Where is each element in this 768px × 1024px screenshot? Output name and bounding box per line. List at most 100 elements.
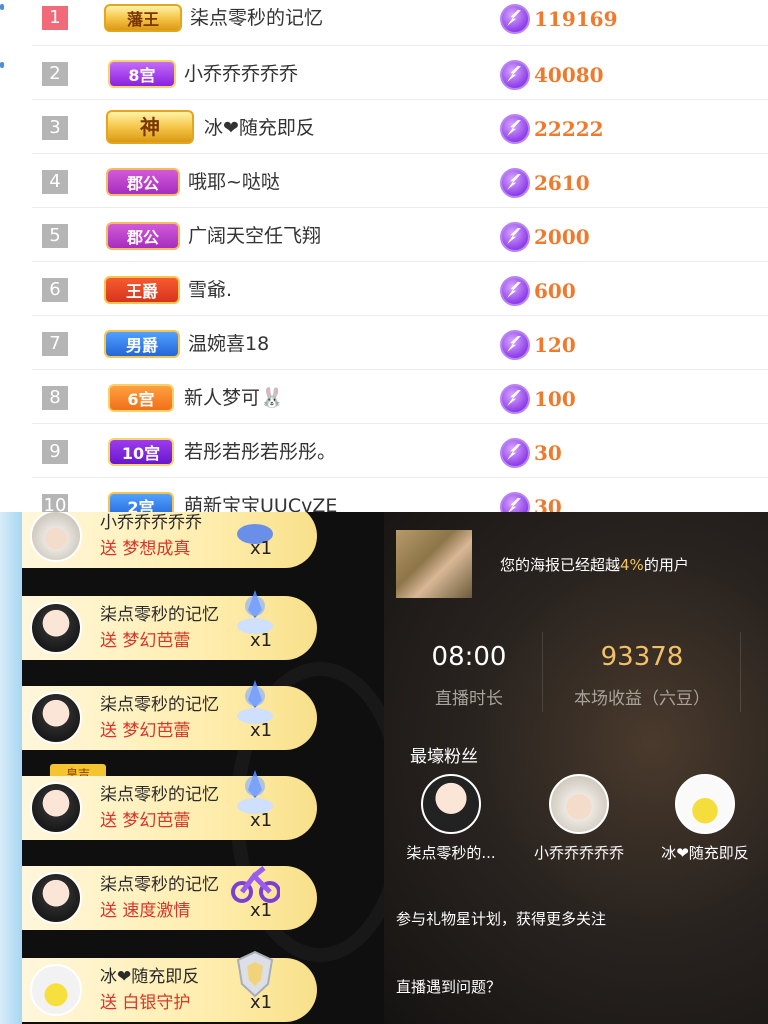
gift-count: x1 — [250, 630, 273, 651]
lightning-coin-icon — [500, 276, 530, 306]
lightning-coin-icon — [500, 114, 530, 144]
duration-label: 直播时长 — [435, 689, 503, 709]
poster-percent: 4% — [620, 556, 644, 574]
user-name[interactable]: 萌新宝宝UUCvZE — [184, 492, 337, 512]
gift-message[interactable]: 小乔乔乔乔乔 送 梦想成真 x1 — [22, 512, 317, 568]
gift-count: x1 — [250, 900, 273, 921]
god-badge: 神 — [106, 110, 194, 144]
ranking-row[interactable]: 3 神 冰❤随充即反 22222 — [32, 100, 768, 154]
rank-number: 4 — [42, 170, 68, 194]
duke-badge: 郡公 — [106, 168, 180, 196]
top-fan[interactable]: 冰❤随充即反 — [650, 774, 760, 863]
gift-sender-name: 柒点零秒的记忆 — [100, 875, 219, 895]
ranking-row[interactable]: 8 6宫 新人梦可🐰 100 — [32, 370, 768, 424]
avatar[interactable] — [30, 512, 82, 562]
top-fan[interactable]: 柒点零秒的... — [396, 774, 506, 863]
ranking-row[interactable]: 5 郡公 广阔天空任飞翔 2000 — [32, 208, 768, 262]
lightning-coin-icon — [500, 492, 530, 512]
rank-number: 2 — [42, 62, 68, 86]
rank-number: 10 — [42, 494, 68, 512]
ranking-row[interactable]: 2 8宫 小乔乔乔乔乔 40080 — [32, 46, 768, 100]
fan-name: 冰❤随充即反 — [661, 844, 749, 862]
gift-message[interactable]: 柒点零秒的记忆 送 梦幻芭蕾 x1 — [22, 770, 317, 840]
gift-message[interactable]: 柒点零秒的记忆 送 梦幻芭蕾 x1 — [22, 590, 317, 660]
gift-action-text: 送 白银守护 — [100, 993, 191, 1013]
gift-message-feed[interactable]: 小乔乔乔乔乔 送 梦想成真 x1 柒点零秒的记忆 送 梦幻芭蕾 x1 柒点零秒的… — [0, 512, 384, 1024]
user-name[interactable]: 广阔天空任飞翔 — [188, 222, 321, 250]
gift-sender-name: 小乔乔乔乔乔 — [100, 513, 202, 533]
user-name[interactable]: 温婉喜18 — [188, 330, 269, 358]
palace-badge: 8宫 — [108, 60, 176, 88]
baron-badge: 男爵 — [104, 330, 180, 358]
lightning-coin-icon — [500, 168, 530, 198]
gift-message[interactable]: 柒点零秒的记忆 送 梦幻芭蕾 x1 — [22, 680, 317, 750]
user-name[interactable]: 小乔乔乔乔乔 — [184, 60, 298, 88]
gift-score: 30 — [534, 495, 562, 512]
earnings-label: 本场收益（六豆） — [574, 689, 710, 709]
gift-sender-name: 柒点零秒的记忆 — [100, 605, 219, 625]
feed-left-edge — [0, 512, 22, 1024]
avatar[interactable] — [30, 782, 82, 834]
duke-badge: 郡公 — [106, 222, 180, 250]
palace-badge: 6宫 — [108, 384, 174, 412]
live-problem-link[interactable]: 直播遇到问题？ — [396, 976, 501, 997]
lightning-coin-icon — [500, 222, 530, 252]
poster-text-suffix: 的用户 — [643, 556, 689, 574]
top-fans-title: 最壕粉丝 — [410, 747, 478, 767]
gift-count: x1 — [250, 538, 273, 559]
avatar[interactable] — [30, 692, 82, 744]
lightning-coin-icon — [500, 4, 530, 34]
gift-sender-name: 冰❤随充即反 — [100, 967, 200, 987]
avatar[interactable] — [675, 774, 735, 834]
gift-action-text: 送 速度激情 — [100, 901, 191, 921]
gift-message[interactable]: 柒点零秒的记忆 送 速度激情 x1 — [22, 866, 317, 930]
gift-score: 600 — [534, 279, 576, 303]
avatar[interactable] — [30, 872, 82, 924]
gift-score: 120 — [534, 333, 576, 357]
gift-score: 2610 — [534, 171, 590, 195]
gift-action-text: 送 梦幻芭蕾 — [100, 721, 191, 741]
user-name[interactable]: 新人梦可🐰 — [184, 384, 284, 412]
lightning-coin-icon — [500, 330, 530, 360]
avatar[interactable] — [30, 964, 82, 1016]
gift-star-plan-link[interactable]: 参与礼物星计划，获得更多关注 — [396, 908, 606, 929]
rank-number: 9 — [42, 440, 68, 464]
left-edge-fragment — [0, 0, 12, 90]
lightning-coin-icon — [500, 60, 530, 90]
stats-row: 08:00 直播时长 93378 本场收益（六豆） — [384, 632, 768, 724]
gift-sender-name: 柒点零秒的记忆 — [100, 695, 219, 715]
gift-score: 30 — [534, 441, 562, 465]
avatar[interactable] — [30, 602, 82, 654]
lightning-coin-icon — [500, 438, 530, 468]
user-name[interactable]: 若彤若彤若彤彤。 — [184, 438, 336, 466]
gift-message[interactable]: 冰❤随充即反 送 白银守护 x1 — [22, 950, 317, 1022]
poster-thumbnail[interactable] — [396, 530, 472, 598]
ranking-row[interactable]: 6 王爵 雪爺. 600 — [32, 262, 768, 316]
avatar[interactable] — [549, 774, 609, 834]
noble-badge: 藩王 — [104, 4, 182, 32]
palace-badge: 10宫 — [108, 438, 174, 466]
gift-sender-name: 柒点零秒的记忆 — [100, 785, 219, 805]
top-fan[interactable]: 小乔乔乔乔乔 — [524, 774, 634, 863]
gift-score: 40080 — [534, 63, 604, 87]
user-name[interactable]: 哦耶~哒哒 — [188, 168, 280, 196]
ranking-row[interactable]: 1 藩王 柒点零秒的记忆 119169 — [32, 0, 768, 46]
divider — [542, 632, 543, 712]
lightning-coin-icon — [500, 384, 530, 414]
user-name[interactable]: 冰❤随充即反 — [204, 114, 315, 142]
user-name[interactable]: 雪爺. — [188, 276, 232, 304]
user-name[interactable]: 柒点零秒的记忆 — [190, 4, 323, 32]
duration-value: 08:00 — [431, 642, 507, 672]
avatar[interactable] — [421, 774, 481, 834]
ranking-row[interactable]: 4 郡公 哦耶~哒哒 2610 — [32, 154, 768, 208]
ranking-row[interactable]: 9 10宫 若彤若彤若彤彤。 30 — [32, 424, 768, 478]
rank-number: 3 — [42, 116, 68, 140]
gift-action-text: 送 梦幻芭蕾 — [100, 811, 191, 831]
ranking-row[interactable]: 7 男爵 温婉喜18 120 — [32, 316, 768, 370]
gift-score: 22222 — [534, 117, 604, 141]
rank-number: 1 — [42, 6, 68, 30]
gift-ranking-list: 1 藩王 柒点零秒的记忆 119169 2 8宫 小乔乔乔乔乔 40080 3 … — [0, 0, 768, 512]
ranking-row[interactable]: 10 2宫 萌新宝宝UUCvZE 30 — [32, 478, 768, 512]
gift-score: 2000 — [534, 225, 590, 249]
rank-number: 8 — [42, 386, 68, 410]
